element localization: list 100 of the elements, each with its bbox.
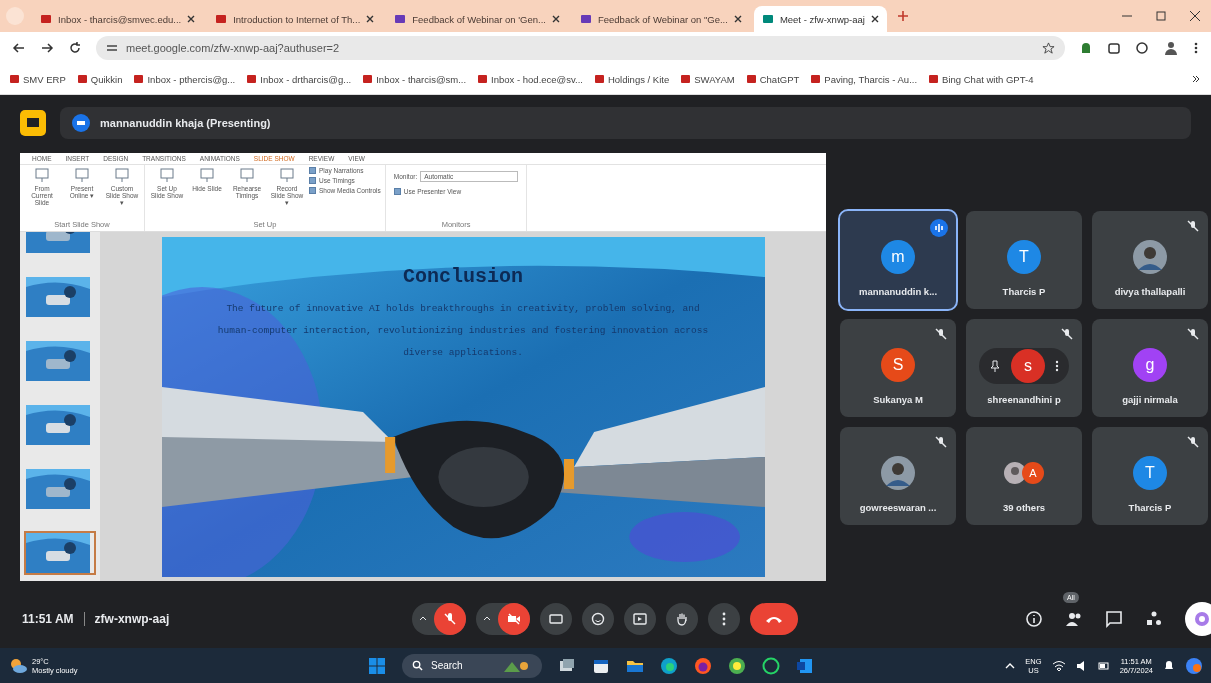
close-icon[interactable] [551,15,560,23]
meeting-code: zfw-xnwp-aaj [94,612,170,626]
activities-icon[interactable] [1145,610,1163,628]
copilot-icon[interactable] [1185,656,1203,675]
browser-tab[interactable]: Meet - zfw-xnwp-aaj [753,6,887,32]
bookmark[interactable]: Inbox - pthercis@g... [134,73,236,85]
slide-body-text: The future of innovative AI holds breakthroughs in creativity, problem solving, and human-computer interaction, revolutionizing industries and fostering innovation across diverse applications. [217,302,709,360]
battery-icon[interactable] [1097,659,1110,672]
search-icon [412,660,423,671]
avatar: T [1133,456,1167,490]
star-icon[interactable] [1042,41,1055,55]
participant-name: Sukanya M [873,394,923,405]
notification-icon[interactable] [1163,659,1175,672]
whatsapp-icon[interactable] [762,656,780,675]
bookmark[interactable]: ChatGPT [746,73,800,85]
pin-icon[interactable] [989,360,1001,372]
present-button[interactable] [624,603,656,635]
more-icon[interactable] [1055,360,1059,372]
browser-app-icon[interactable] [660,656,678,675]
forward-icon[interactable] [40,41,54,55]
tab-favicon-icon [394,13,407,25]
participant-tile[interactable]: A 39 others [966,427,1082,525]
weather-icon[interactable] [8,656,28,675]
participant-name: Tharcis P [1002,286,1046,297]
captions-button[interactable] [540,603,572,635]
history-icon[interactable] [1135,41,1149,55]
wifi-icon[interactable] [1051,659,1066,672]
bookmark[interactable]: Paving, Tharcis - Au... [811,73,918,85]
bookmark[interactable]: SMV ERP [10,73,66,85]
browser-tab[interactable]: Feedback of Webinar on "Ge... [571,6,750,32]
presenter-name: mannanuddin khaja (Presenting) [100,117,271,129]
participant-tile[interactable]: T Tharcis P [966,211,1082,309]
screen-icon [199,167,215,183]
screen-icon [239,167,255,183]
more-bookmarks-icon[interactable] [1191,74,1201,84]
browser-tab[interactable]: Feedback of Webinar on 'Gen... [386,6,568,32]
screen-icon [159,167,175,183]
bookmark[interactable]: Inbox - tharcis@sm... [363,73,467,85]
bookmark[interactable]: Quikkin [77,73,123,85]
bookmark[interactable]: SWAYAM [681,73,735,85]
caret-icon [483,615,491,623]
chat-icon[interactable] [1105,610,1123,628]
bookmark[interactable]: Inbox - hod.ece@sv... [478,73,583,85]
back-icon[interactable] [12,41,26,55]
participant-tile[interactable]: gowreeswaran ... [840,427,956,525]
more-options-button[interactable] [708,603,740,635]
extension-icon[interactable] [1079,41,1093,55]
participant-tile[interactable]: divya thallapalli [1092,211,1208,309]
participant-tile[interactable]: s shreenandhini p [966,319,1082,417]
slide-thumbnail[interactable] [24,531,96,575]
captions-icon [549,612,563,626]
emoji-button[interactable] [582,603,614,635]
close-icon[interactable] [1189,10,1201,22]
restore-icon[interactable] [1155,10,1167,22]
participant-name: 39 others [1002,502,1046,513]
start-icon[interactable] [368,656,386,675]
participant-tile[interactable]: S Sukanya M [840,319,956,417]
participant-name: gowreeswaran ... [859,502,937,513]
raise-hand-button[interactable] [666,603,698,635]
avatar: S [881,348,915,382]
gemini-button[interactable] [1185,602,1211,636]
taskbar-search-field[interactable]: Search [402,653,542,678]
camera-button[interactable] [498,603,530,635]
participant-name: mannanuddin k... [858,286,938,297]
site-settings-icon[interactable] [106,42,118,54]
avatar: g [1133,348,1167,382]
close-icon[interactable] [366,15,375,23]
bookmark[interactable]: Inbox - drtharcis@g... [247,73,352,85]
screen-icon [114,167,130,183]
address-bar[interactable]: meet.google.com/zfw-xnwp-aaj?authuser=2 [96,36,1065,60]
participant-tile[interactable]: T Tharcis P [1092,427,1208,525]
profile-icon[interactable] [1163,40,1179,56]
close-icon[interactable] [187,15,196,23]
participant-tile[interactable]: g gajji nirmala [1092,319,1208,417]
menu-icon[interactable] [1193,41,1199,55]
avatar: T [1007,240,1041,274]
tab-favicon-icon [215,13,228,25]
bookmark[interactable]: Holdings / Kite [594,73,670,85]
bookmark[interactable]: Bing Chat with GPT-4 [929,73,1034,85]
microphone-icon [443,612,457,626]
presentation-badge-icon [20,110,46,136]
participant-tile[interactable]: m mannanuddin k... [840,211,956,309]
new-tab-icon[interactable] [896,10,909,22]
browser-tab[interactable]: Introduction to Internet of Th... [207,6,383,32]
close-icon[interactable] [733,15,742,23]
leave-call-button[interactable] [750,603,798,635]
close-icon[interactable] [870,15,879,23]
document-app-icon[interactable] [796,656,814,675]
present-icon [633,612,647,626]
puzzle-icon[interactable] [1107,41,1121,55]
reload-icon[interactable] [68,41,82,55]
phone-icon [765,614,783,624]
tab-favicon-icon [40,13,52,25]
browser-tab[interactable]: Inbox - tharcis@smvec.edu... [32,6,204,32]
microphone-button[interactable] [434,603,466,635]
tab-favicon-icon [761,13,774,25]
info-icon[interactable] [1025,610,1043,628]
firefox-app-icon[interactable] [694,656,712,675]
app-icon[interactable] [728,656,746,675]
avatar: A [1022,462,1044,484]
